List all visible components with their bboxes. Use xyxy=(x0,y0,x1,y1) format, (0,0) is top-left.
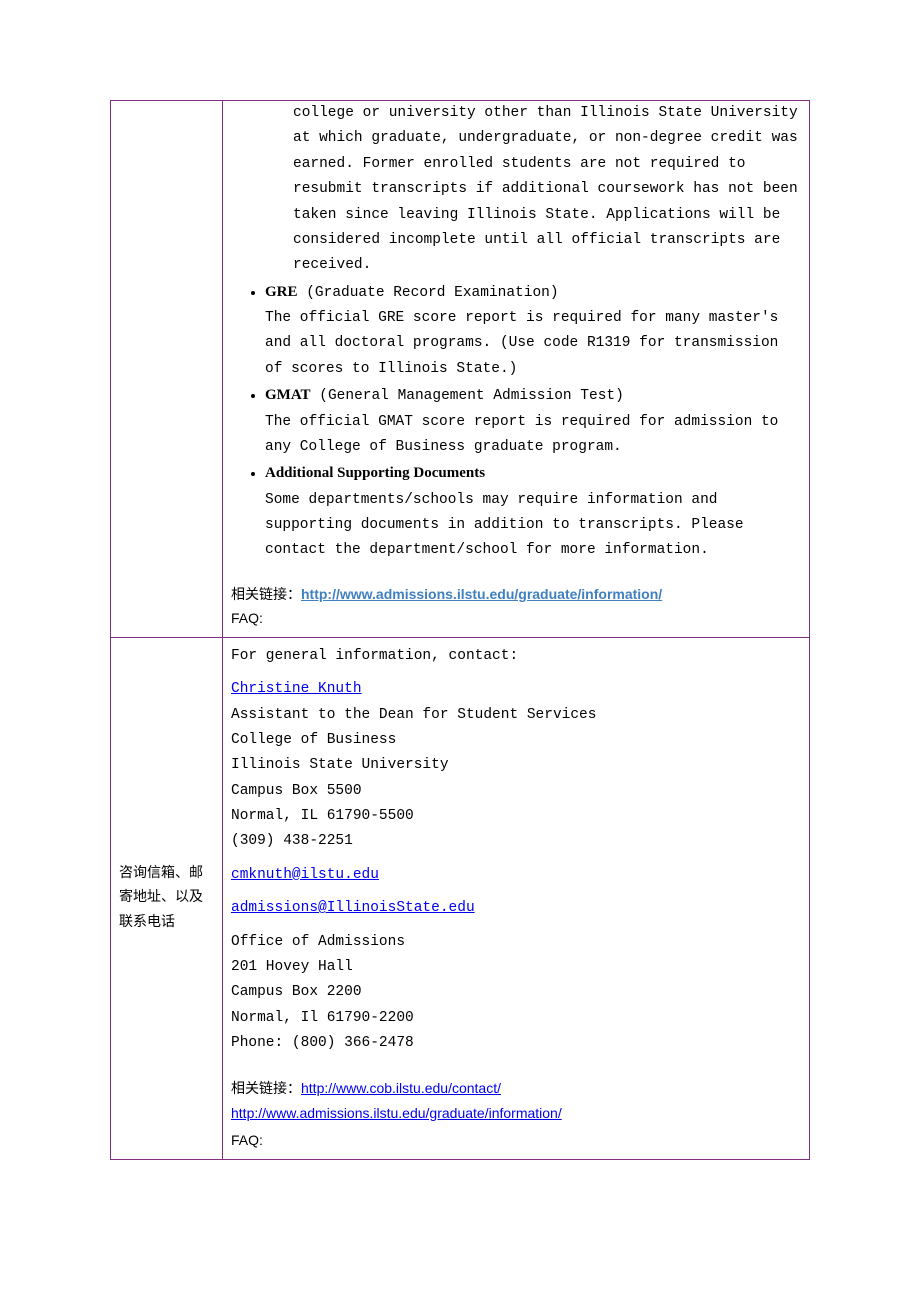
gmat-item: GMAT (General Management Admission Test)… xyxy=(265,382,801,460)
requirements-row: college or university other than Illinoi… xyxy=(111,101,810,638)
contact-link-line: 相关链接：http://www.cob.ilstu.edu/contact/ xyxy=(231,1076,801,1101)
requirements-list: GRE (Graduate Record Examination) The of… xyxy=(265,279,801,564)
contact-link-label: 相关链接： xyxy=(231,1080,301,1096)
additional-docs-item: Additional Supporting Documents Some dep… xyxy=(265,460,801,564)
gmat-body: The official GMAT score report is requir… xyxy=(265,414,778,455)
office-line4: Normal, Il 61790-2200 xyxy=(231,1006,801,1031)
contact-email1-link[interactable]: cmknuth@ilstu.edu xyxy=(231,867,379,883)
gmat-subtitle: (General Management Admission Test) xyxy=(311,388,624,404)
gre-title: GRE xyxy=(265,284,298,300)
contact-org2: Illinois State University xyxy=(231,753,801,778)
grad-info-link2[interactable]: http://www.admissions.ilstu.edu/graduate… xyxy=(231,1105,562,1121)
gre-item: GRE (Graduate Record Examination) The of… xyxy=(265,279,801,383)
cob-contact-link[interactable]: http://www.cob.ilstu.edu/contact/ xyxy=(301,1080,501,1096)
office-line1: Office of Admissions xyxy=(231,930,801,955)
office-line2: 201 Hovey Hall xyxy=(231,955,801,980)
gmat-title: GMAT xyxy=(265,387,311,403)
graduate-info-link[interactable]: http://www.admissions.ilstu.edu/graduate… xyxy=(301,586,662,602)
contact-org1: College of Business xyxy=(231,728,801,753)
additional-body: Some departments/schools may require inf… xyxy=(265,492,744,559)
info-table: college or university other than Illinoi… xyxy=(110,100,810,1160)
contact-content-cell: For general information, contact: Christ… xyxy=(223,637,810,1159)
contact-faq-label: FAQ: xyxy=(231,1128,801,1153)
gre-body: The official GRE score report is require… xyxy=(265,310,778,377)
link-label: 相关链接： xyxy=(231,586,301,602)
contact-intro: For general information, contact: xyxy=(231,644,801,669)
requirements-content-cell: college or university other than Illinoi… xyxy=(223,101,810,638)
contact-addr2: Normal, IL 61790-5500 xyxy=(231,804,801,829)
contact-addr1: Campus Box 5500 xyxy=(231,779,801,804)
contact-phone1: (309) 438-2251 xyxy=(231,829,801,854)
contact-row: 咨询信箱、邮寄地址、以及联系电话 For general information… xyxy=(111,637,810,1159)
office-line3: Campus Box 2200 xyxy=(231,980,801,1005)
related-link-line: 相关链接：http://www.admissions.ilstu.edu/gra… xyxy=(231,582,801,607)
contact-name-link[interactable]: Christine Knuth xyxy=(231,681,362,697)
contact-title: Assistant to the Dean for Student Servic… xyxy=(231,703,801,728)
contact-label-cell: 咨询信箱、邮寄地址、以及联系电话 xyxy=(111,637,223,1159)
gre-subtitle: (Graduate Record Examination) xyxy=(298,285,559,301)
requirements-label-cell xyxy=(111,101,223,638)
additional-title: Additional Supporting Documents xyxy=(265,465,485,481)
contact-email2-link[interactable]: admissions@IllinoisState.edu xyxy=(231,900,475,916)
transcript-continuation: college or university other than Illinoi… xyxy=(293,101,801,279)
faq-label: FAQ: xyxy=(231,606,801,631)
office-line5: Phone: (800) 366-2478 xyxy=(231,1031,801,1056)
